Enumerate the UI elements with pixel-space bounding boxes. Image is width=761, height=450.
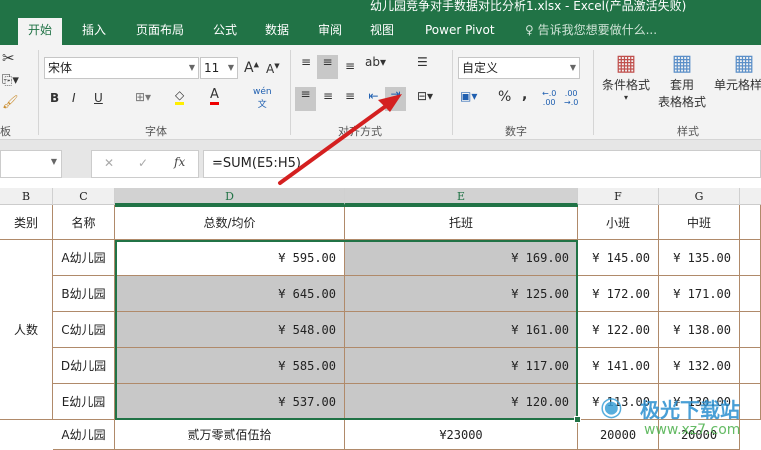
watermark-name: 极光下载站	[640, 398, 740, 422]
annotation-arrow	[278, 94, 402, 185]
watermark-logo-icon: ◉	[600, 392, 623, 422]
watermark-url: www.xz7.com	[644, 422, 741, 438]
arrow-shaft	[278, 101, 392, 185]
watermark: ◉ 极光下载站 www.xz7.com	[600, 392, 740, 438]
